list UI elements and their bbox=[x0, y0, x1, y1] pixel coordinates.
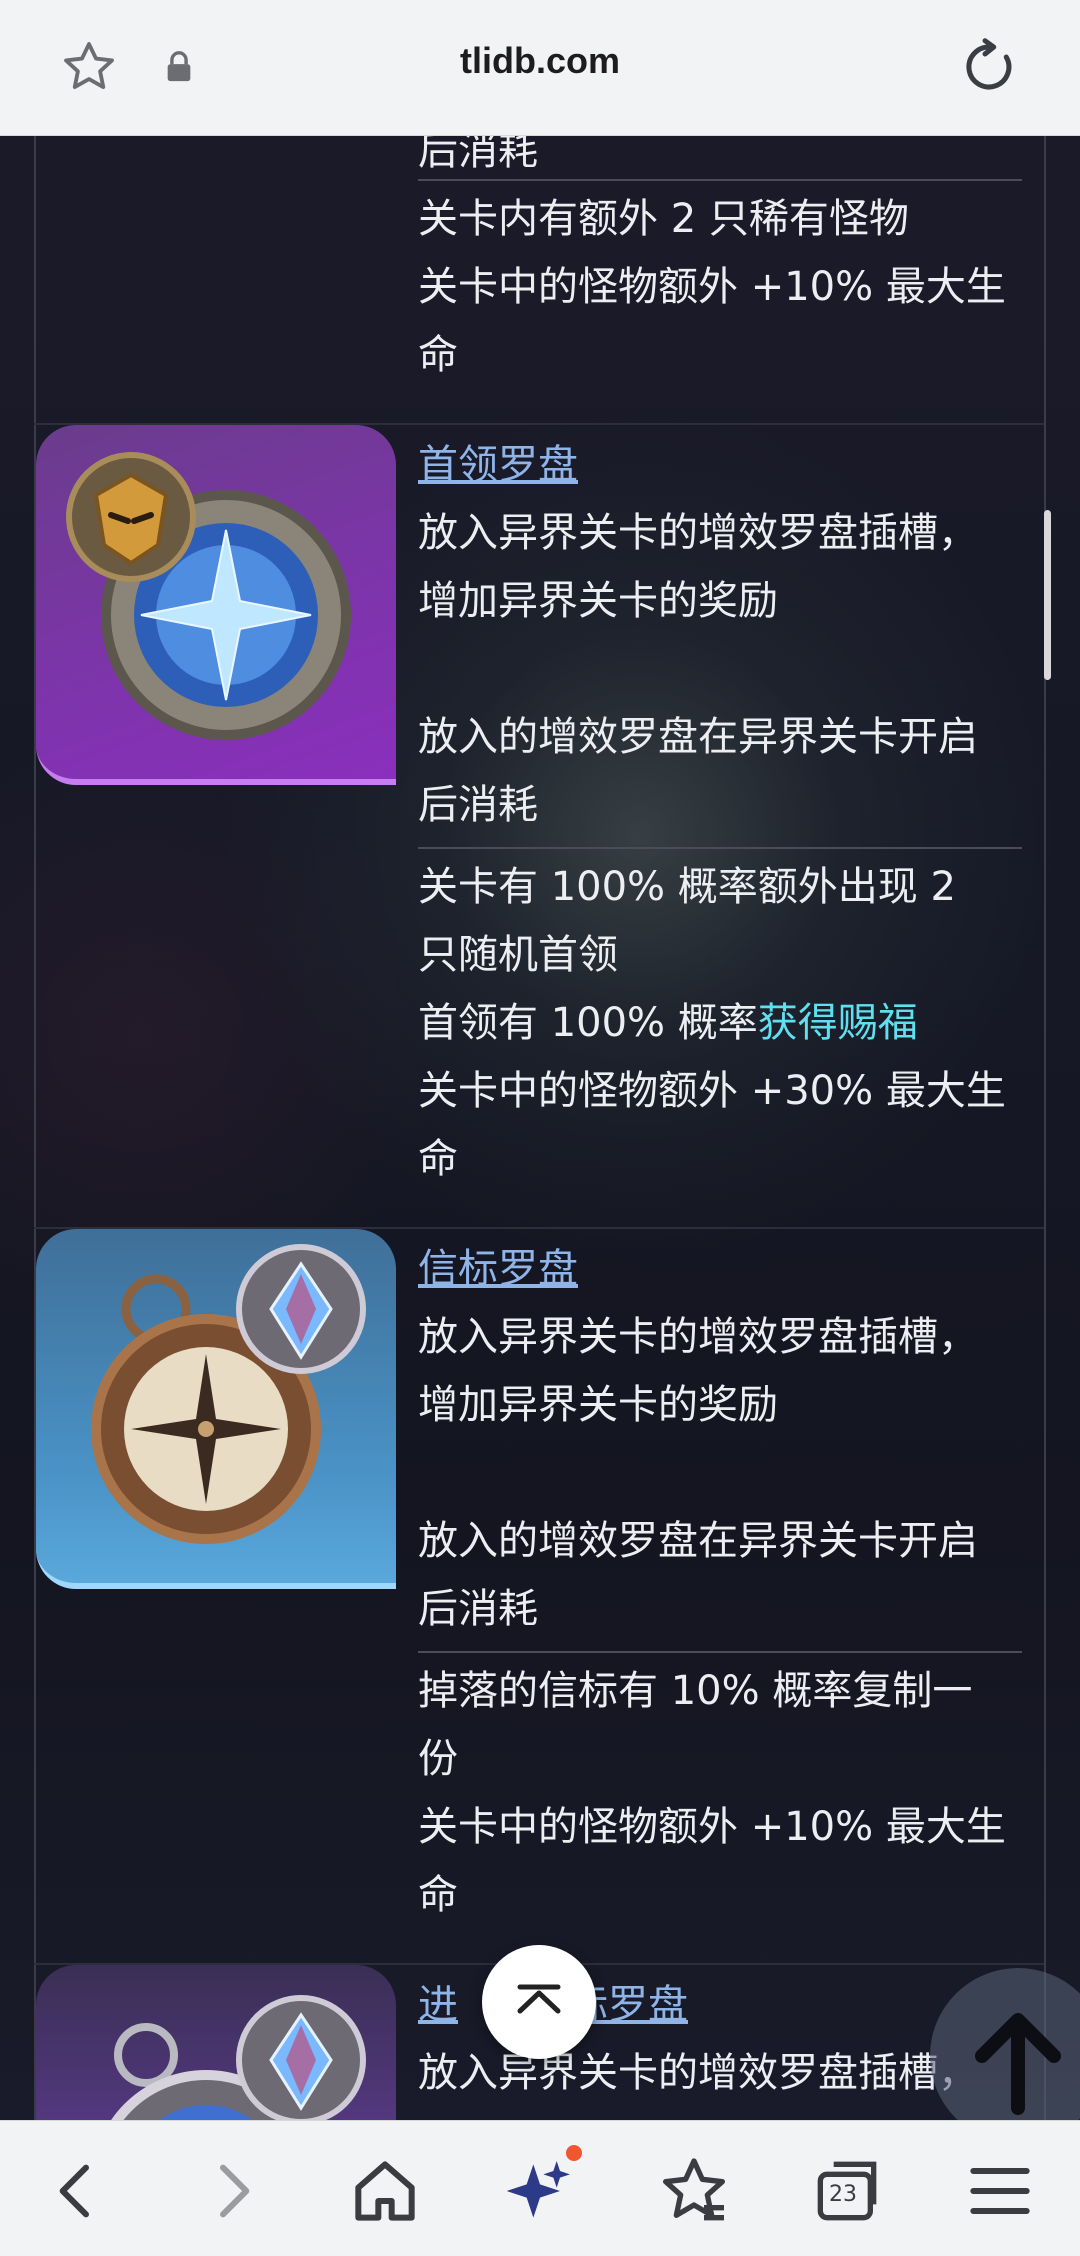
desc-line: 后消耗 bbox=[418, 782, 538, 828]
desc-line: 放入的增效罗盘在异界关卡开启 bbox=[418, 714, 978, 760]
compass-icon bbox=[111, 1995, 366, 2120]
stat-line: 关卡中的怪物额外 +10% 最大生 bbox=[418, 1804, 1006, 1850]
tabs-count: 23 bbox=[829, 2182, 857, 2207]
divider bbox=[418, 179, 1022, 181]
title-part: 进 bbox=[418, 1982, 458, 2028]
desc-line: 增加异界关卡的奖励 bbox=[418, 1382, 778, 1428]
compass-icon bbox=[66, 452, 351, 740]
tabs-button[interactable]: 23 bbox=[807, 2151, 887, 2231]
prev-desc-line: 后消耗 bbox=[418, 135, 538, 174]
home-icon[interactable] bbox=[345, 2151, 425, 2231]
sparkle-icon[interactable] bbox=[500, 2151, 580, 2231]
desc-line: 放入异界关卡的增效罗盘插槽， bbox=[418, 510, 978, 556]
stat-line: 只随机首领 bbox=[418, 932, 618, 978]
favorites-icon[interactable] bbox=[654, 2151, 734, 2231]
frame-border-right bbox=[1044, 135, 1046, 2120]
notification-dot bbox=[566, 2145, 582, 2161]
item-title-link[interactable]: 首领罗盘 bbox=[418, 441, 578, 489]
stat-line: 关卡有 100% 概率额外出现 2 bbox=[418, 864, 956, 910]
boss-compass-image[interactable] bbox=[36, 425, 396, 785]
prev-stat-line: 命 bbox=[418, 332, 458, 378]
desc-line: 增加异界关卡的奖励 bbox=[418, 578, 778, 624]
desc-line: 后消耗 bbox=[418, 1586, 538, 1632]
back-icon[interactable] bbox=[36, 2151, 116, 2231]
prev-stat-line: 关卡中的怪物额外 +10% 最大生 bbox=[418, 264, 1006, 310]
scrollbar[interactable] bbox=[1044, 510, 1051, 680]
divider bbox=[418, 1651, 1022, 1653]
browser-top-bar: tlidb.com bbox=[0, 0, 1080, 136]
chevron-up-icon bbox=[517, 1984, 561, 2014]
browser-bottom-bar: 23 bbox=[0, 2120, 1080, 2256]
scroll-to-top-button[interactable] bbox=[482, 1945, 596, 2059]
stat-line: 份 bbox=[418, 1736, 458, 1782]
compass-icon bbox=[91, 1244, 366, 1544]
stat-line: 掉落的信标有 10% 概率复制一 bbox=[418, 1668, 973, 1714]
url-text[interactable]: tlidb.com bbox=[0, 40, 1080, 82]
reload-icon[interactable] bbox=[960, 37, 1020, 97]
item-title-link[interactable]: 信标罗盘 bbox=[418, 1245, 578, 1293]
menu-icon[interactable] bbox=[960, 2151, 1040, 2231]
stat-line: 关卡中的怪物额外 +30% 最大生 bbox=[418, 1068, 1006, 1114]
stat-line: 命 bbox=[418, 1136, 458, 1182]
divider bbox=[418, 847, 1022, 849]
advanced-beacon-compass-image[interactable] bbox=[36, 1965, 396, 2120]
forward-icon[interactable] bbox=[193, 2151, 273, 2231]
stat-text: 首领有 100% 概率 bbox=[418, 1000, 758, 1046]
stat-line: 命 bbox=[418, 1872, 458, 1918]
stat-line: 首领有 100% 概率获得赐福 bbox=[418, 999, 918, 1047]
back-to-top-button[interactable] bbox=[930, 1968, 1080, 2144]
blessing-link[interactable]: 获得赐福 bbox=[758, 1000, 918, 1046]
beacon-compass-image[interactable] bbox=[36, 1229, 396, 1589]
desc-line: 放入的增效罗盘在异界关卡开启 bbox=[418, 1518, 978, 1564]
arrow-up-icon bbox=[975, 2013, 1061, 2115]
frame-border-left bbox=[34, 135, 36, 2120]
prev-stat-line: 关卡内有额外 2 只稀有怪物 bbox=[418, 196, 909, 242]
page-content: 后消耗 关卡内有额外 2 只稀有怪物 关卡中的怪物额外 +10% 最大生 命 首… bbox=[0, 135, 1080, 2120]
desc-line: 放入异界关卡的增效罗盘插槽， bbox=[418, 1314, 978, 1360]
